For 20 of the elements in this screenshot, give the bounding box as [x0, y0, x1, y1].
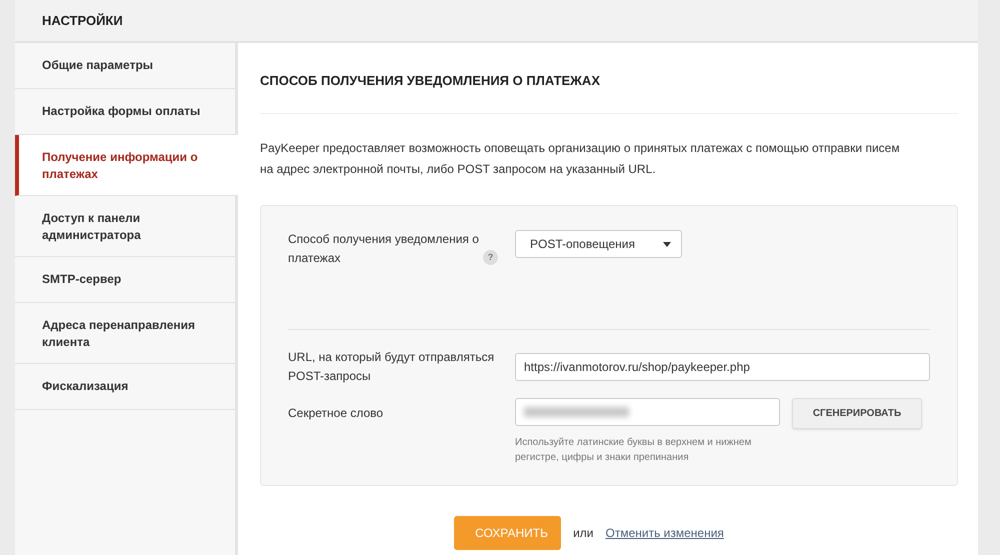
url-field[interactable]: https://ivanmotorov.ru/shop/paykeeper.php	[515, 352, 930, 380]
sidebar-item[interactable]: Получение информации о платежах	[15, 135, 238, 196]
field-label: Секретное слово	[288, 404, 384, 422]
sidebar-item[interactable]: Доступ к панели администратора	[15, 196, 235, 257]
secret-field[interactable]	[515, 398, 780, 426]
separator-text: или	[573, 524, 594, 542]
generate-button[interactable]: СГЕНЕРИРОВАТЬ	[792, 398, 922, 428]
field-label: URL, на который будут отправляться POST-запросы	[288, 348, 496, 384]
sidebar-item[interactable]: Общие параметры	[15, 43, 235, 89]
method-dropdown[interactable]: POST-оповещения	[515, 230, 682, 258]
sidebar-item[interactable]: Адреса перенаправления клиента	[15, 303, 235, 364]
sidebar-item[interactable]: Фискализация	[15, 364, 235, 410]
field-label: Способ получения уведомления о платежах	[288, 230, 480, 266]
sidebar-item[interactable]: SMTP-сервер	[15, 257, 235, 303]
caret-icon	[663, 242, 671, 246]
section-description: PayKeeper предоставляет возможность оповещать организацию о принятых платежах с помощью отправки писем на адрес электронной почты, либо POST запросом на указанный URL.	[260, 140, 901, 178]
section-title: СПОСОБ ПОЛУЧЕНИЯ УВЕДОМЛЕНИЯ О ПЛАТЕЖАХ	[260, 65, 958, 114]
cancel-link[interactable]: Отменить изменения	[605, 524, 724, 542]
field-hint: Используйте латинские буквы в верхнем и нижнем регистре, цифры и знаки препинания	[515, 436, 752, 464]
header-title: НАСТРОЙКИ	[42, 12, 123, 30]
